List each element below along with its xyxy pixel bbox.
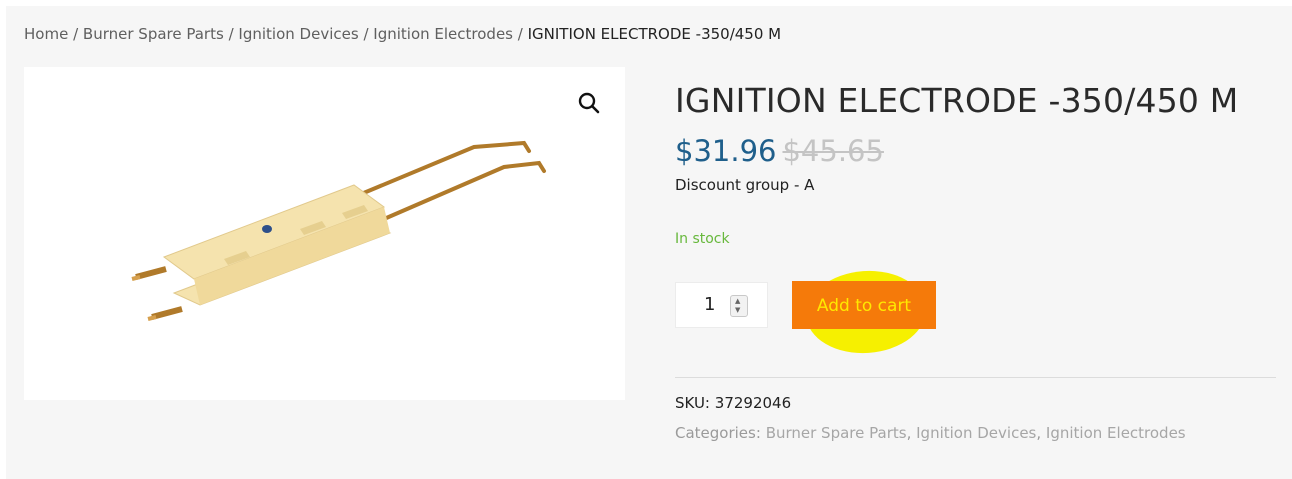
- magnifier-icon: [578, 92, 600, 114]
- breadcrumb-home[interactable]: Home: [24, 25, 68, 43]
- caret-down-icon[interactable]: ▼: [735, 306, 740, 314]
- sku: SKU: 37292046: [675, 394, 791, 412]
- breadcrumb-ignition-devices[interactable]: Ignition Devices: [238, 25, 358, 43]
- breadcrumb-ignition-electrodes[interactable]: Ignition Electrodes: [373, 25, 513, 43]
- breadcrumb-separator: /: [363, 25, 369, 43]
- sku-value: 37292046: [714, 394, 792, 412]
- breadcrumb-separator: /: [228, 25, 234, 43]
- caret-up-icon[interactable]: ▲: [735, 297, 740, 305]
- category-link[interactable]: Ignition Electrodes: [1046, 424, 1186, 442]
- ignition-electrode-illustration: [131, 140, 546, 321]
- current-price: $31.96: [675, 134, 777, 168]
- breadcrumb-separator: /: [517, 25, 523, 43]
- original-price: $45.65: [782, 134, 884, 168]
- categories: Categories: Burner Spare Parts, Ignition…: [675, 424, 1186, 442]
- sku-label: SKU:: [675, 394, 710, 412]
- product-image[interactable]: [24, 67, 625, 400]
- add-to-cart-button[interactable]: Add to cart: [792, 281, 936, 329]
- product-price: $31.96 $45.65: [675, 134, 884, 168]
- quantity-value[interactable]: 1: [704, 294, 715, 315]
- breadcrumb-current: IGNITION ELECTRODE -350/450 M: [527, 25, 782, 43]
- discount-group: Discount group - A: [675, 176, 815, 194]
- breadcrumb-separator: /: [73, 25, 79, 43]
- breadcrumb: Home / Burner Spare Parts / Ignition Dev…: [24, 25, 781, 43]
- category-link[interactable]: Burner Spare Parts: [766, 424, 907, 442]
- stock-status: In stock: [675, 231, 730, 247]
- divider: [675, 377, 1276, 378]
- quantity-stepper[interactable]: 1 ▲ ▼: [675, 282, 768, 328]
- product-title: IGNITION ELECTRODE -350/450 M: [675, 81, 1239, 120]
- category-separator: ,: [906, 424, 912, 442]
- category-link[interactable]: Ignition Devices: [916, 424, 1036, 442]
- categories-label: Categories:: [675, 424, 761, 442]
- zoom-button[interactable]: [575, 89, 603, 117]
- quantity-spinner[interactable]: ▲ ▼: [730, 295, 748, 317]
- breadcrumb-burner-spare-parts[interactable]: Burner Spare Parts: [83, 25, 224, 43]
- category-separator: ,: [1036, 424, 1042, 442]
- product-page: Home / Burner Spare Parts / Ignition Dev…: [6, 6, 1292, 479]
